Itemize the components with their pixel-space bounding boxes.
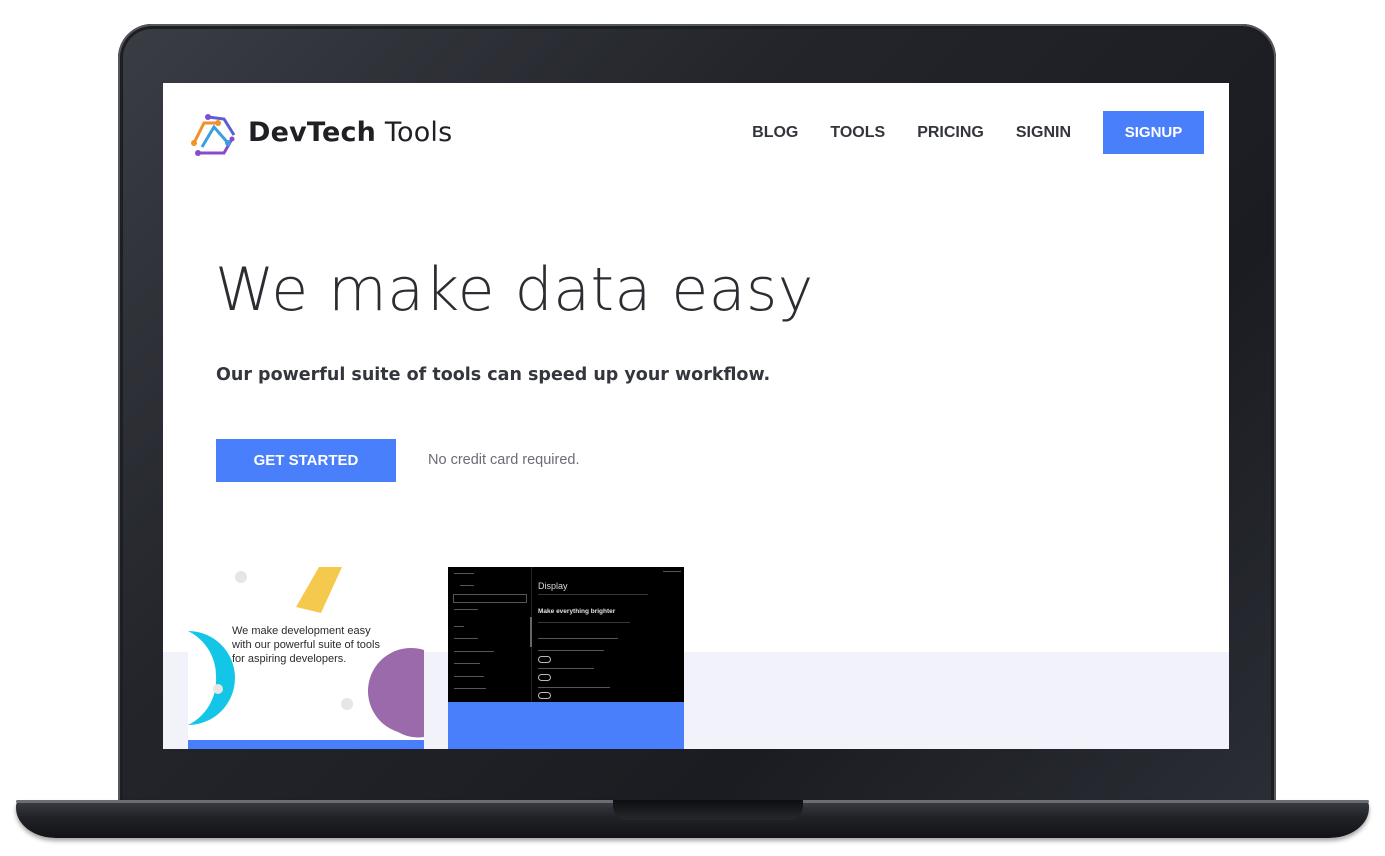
- card1-text: We make development easy with our powerf…: [232, 625, 380, 665]
- settings-sidebar: [448, 567, 532, 702]
- nav-link-tools[interactable]: TOOLS: [830, 124, 885, 142]
- laptop-hinge-notch: [613, 800, 803, 820]
- nav-link-blog[interactable]: BLOG: [752, 124, 798, 142]
- feature-card-illustration: We make development easy with our powerf…: [188, 567, 424, 749]
- nav-link-signin[interactable]: SIGNIN: [1016, 124, 1071, 142]
- settings-heading: Make everything brighter: [538, 608, 616, 615]
- brand-logo[interactable]: DevTech Tools: [188, 107, 452, 157]
- settings-toggle[interactable]: [538, 656, 551, 663]
- devtech-logo-icon: [191, 114, 236, 156]
- card2-accent-bar: [448, 702, 684, 749]
- signup-button[interactable]: SIGNUP: [1103, 111, 1204, 154]
- laptop-base: [16, 800, 1369, 838]
- card1-accent-bar: [188, 740, 424, 749]
- hero-title: We make data easy: [215, 255, 814, 325]
- feature-card-screenshot: Display Make everything brighter: [448, 567, 684, 749]
- get-started-button[interactable]: GET STARTED: [216, 439, 396, 482]
- nav-link-pricing[interactable]: PRICING: [917, 124, 984, 142]
- top-nav: BLOG TOOLS PRICING SIGNIN SIGNUP: [752, 111, 1204, 154]
- settings-toggle[interactable]: [538, 674, 551, 681]
- no-credit-card-note: No credit card required.: [428, 452, 580, 468]
- settings-toggle[interactable]: [538, 692, 551, 699]
- hero-subtitle: Our powerful suite of tools can speed up…: [216, 365, 771, 385]
- browser-screen: DevTech Tools BLOG TOOLS PRICING SIGNIN …: [163, 83, 1229, 749]
- settings-window-title: Display: [538, 581, 568, 591]
- brand-name: DevTech Tools: [248, 116, 453, 148]
